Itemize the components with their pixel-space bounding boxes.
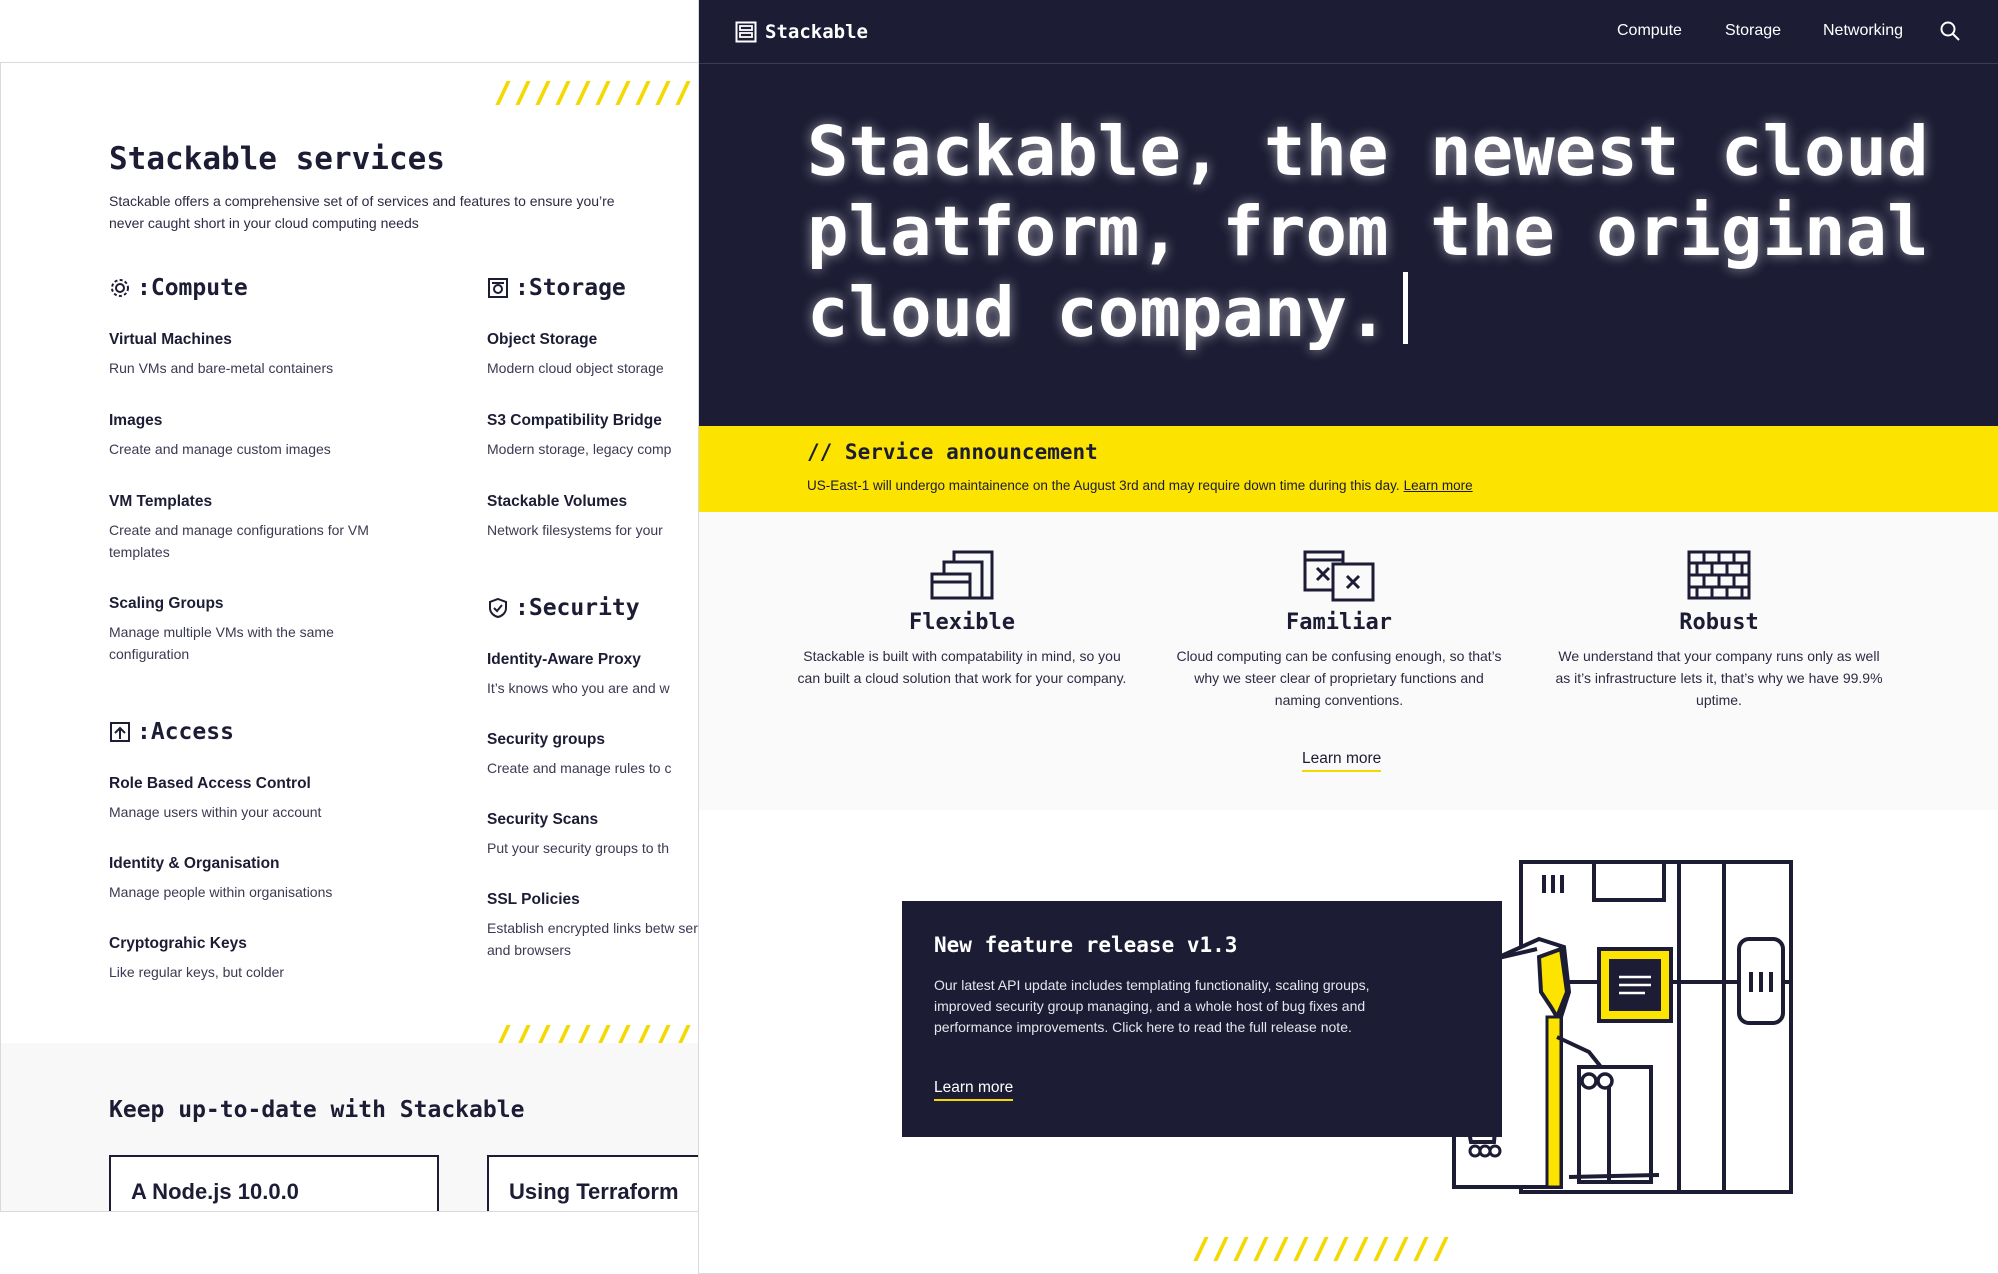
page-title: Stackable services <box>109 141 445 177</box>
section-heading-security: :Security <box>487 595 640 621</box>
service-item[interactable]: Images Create and manage custom images <box>109 412 409 460</box>
release-title: New feature release v1.3 <box>934 933 1238 957</box>
service-item[interactable]: Cryptograhic Keys Like regular keys, but… <box>109 935 409 983</box>
release-learn-more-link[interactable]: Learn more <box>934 1079 1014 1101</box>
stacked-windows-icon <box>930 550 994 600</box>
home-page-panel: Stackable Compute Storage Networking Sta… <box>698 0 1998 1274</box>
text-cursor <box>1402 272 1408 344</box>
services-intro: Stackable offers a comprehensive set of … <box>109 193 615 231</box>
blog-card[interactable]: A Node.js 10.0.0 <box>109 1155 439 1211</box>
yellow-stripe-decoration <box>1193 1237 1459 1261</box>
storage-icon <box>488 278 508 298</box>
yellow-stripe-decoration <box>495 81 699 105</box>
keep-up-section: Keep up-to-date with Stackable A Node.js… <box>1 1043 699 1211</box>
hero-section: Stackable, the newest cloud platform, fr… <box>699 64 1998 426</box>
service-item[interactable]: Virtual Machines Run VMs and bare-metal … <box>109 331 409 379</box>
nav-link-networking[interactable]: Networking <box>1823 22 1903 40</box>
service-item[interactable]: VM Templates Create and manage configura… <box>109 493 399 563</box>
announcement-title: // Service announcement <box>807 440 1098 464</box>
service-item[interactable]: SSL Policies Establish encrypted links b… <box>487 891 699 961</box>
service-item[interactable]: Security groups Create and manage rules … <box>487 731 699 779</box>
feature-robust: Robust We understand that your company r… <box>1554 550 1884 711</box>
windows-x-icon <box>1303 550 1375 602</box>
service-item[interactable]: Identity-Aware Proxy It’s knows who you … <box>487 651 699 699</box>
section-heading-compute: :Compute <box>109 275 248 301</box>
stackable-logo-icon <box>735 21 757 43</box>
feature-familiar: Familiar Cloud computing can be confusin… <box>1174 550 1504 711</box>
logo[interactable]: Stackable <box>735 21 868 43</box>
announcement-text: US-East-1 will undergo maintainence on t… <box>807 478 1473 493</box>
section-heading-storage: :Storage <box>487 275 626 301</box>
top-navbar: Stackable Compute Storage Networking <box>699 0 1998 64</box>
service-item[interactable]: Security Scans Put your security groups … <box>487 811 699 859</box>
section-heading-access: :Access <box>109 719 234 745</box>
services-page-panel: Stackable services Stackable offers a co… <box>0 62 700 1212</box>
service-item[interactable]: Stackable Volumes Network filesystems fo… <box>487 493 699 541</box>
nav-link-compute[interactable]: Compute <box>1617 22 1682 40</box>
service-item[interactable]: Scaling Groups Manage multiple VMs with … <box>109 595 349 665</box>
release-card: New feature release v1.3 Our latest API … <box>902 901 1502 1137</box>
search-icon[interactable] <box>1939 20 1961 42</box>
keep-up-title: Keep up-to-date with Stackable <box>109 1097 525 1123</box>
hero-title: Stackable, the newest cloud platform, fr… <box>807 112 1929 353</box>
brick-wall-icon <box>1687 550 1751 600</box>
release-text: Our latest API update includes templatin… <box>934 977 1370 1035</box>
service-item[interactable]: Object Storage Modern cloud object stora… <box>487 331 699 379</box>
service-item[interactable]: Identity & Organisation Manage people wi… <box>109 855 409 903</box>
service-announcement-banner: // Service announcement US-East-1 will u… <box>699 426 1998 512</box>
features-learn-more-link[interactable]: Learn more <box>1302 750 1382 772</box>
service-item[interactable]: Role Based Access Control Manage users w… <box>109 775 409 823</box>
service-item[interactable]: S3 Compatibility Bridge Modern storage, … <box>487 412 699 460</box>
gear-icon <box>111 279 129 297</box>
nav-link-storage[interactable]: Storage <box>1725 22 1781 40</box>
feature-flexible: Flexible Stackable is built with compata… <box>797 550 1127 689</box>
blog-card[interactable]: Using Terraform <box>487 1155 699 1211</box>
announcement-learn-more-link[interactable]: Learn more <box>1404 478 1473 493</box>
shield-icon <box>489 597 507 619</box>
access-icon <box>110 722 130 742</box>
